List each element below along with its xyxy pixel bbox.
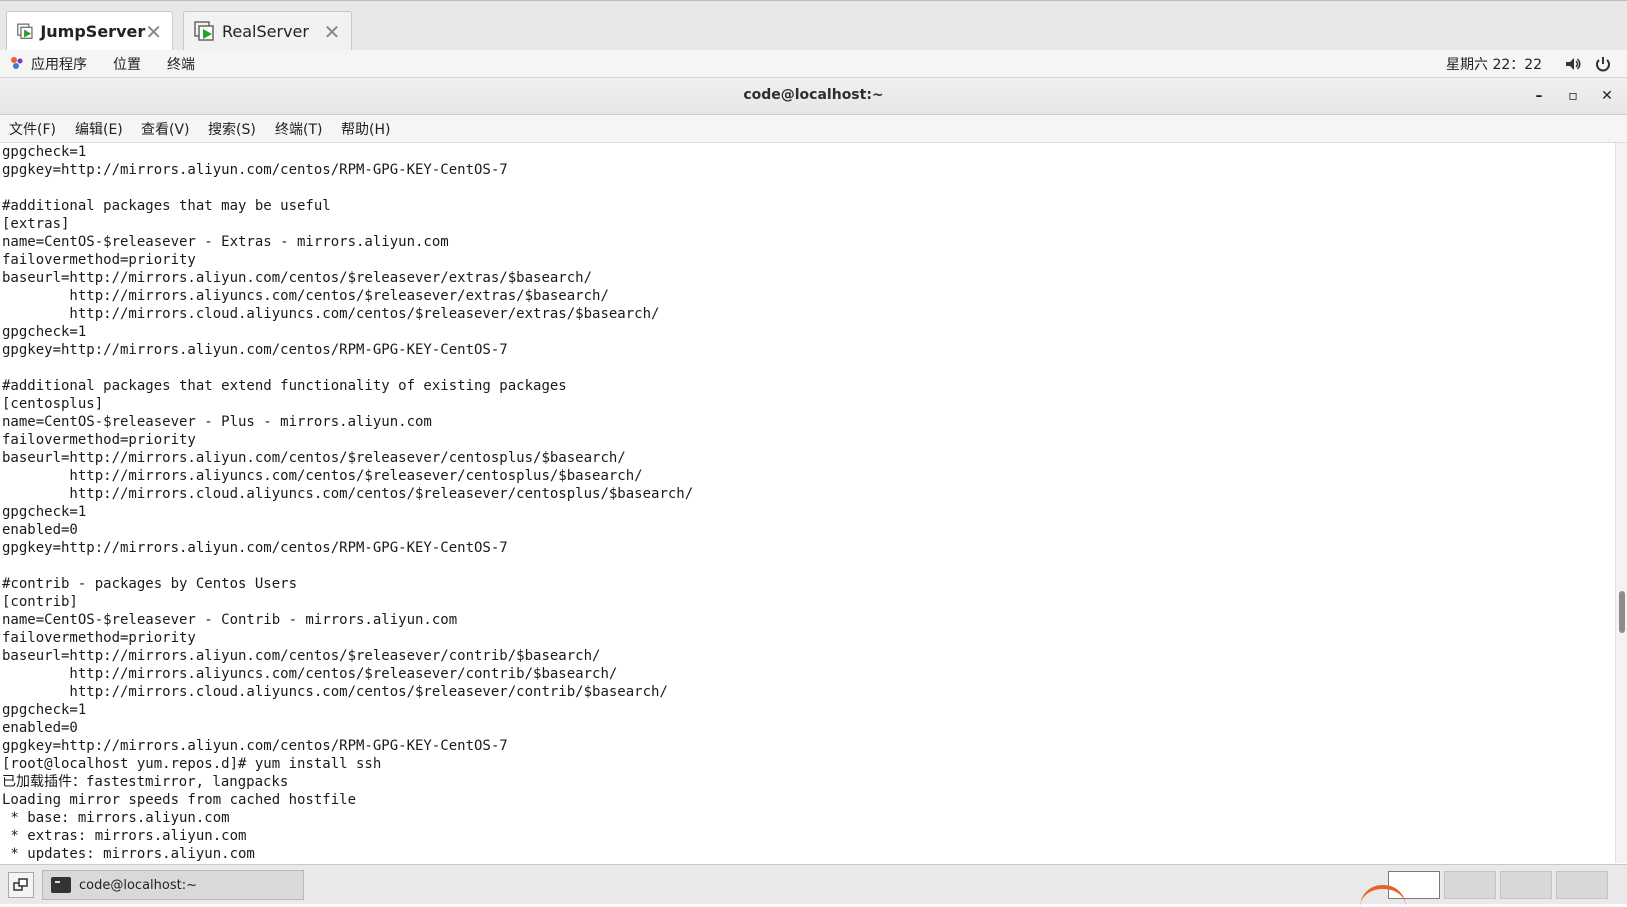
workspace-2[interactable] xyxy=(1444,871,1496,899)
menu-terminal[interactable]: 终端(T) xyxy=(275,119,322,139)
clock[interactable]: 星期六 22：22 xyxy=(1446,54,1542,74)
tab-jumpserver[interactable]: JumpServer ✕ xyxy=(6,11,173,51)
terminal-line: enabled=0 xyxy=(2,720,78,736)
terminal-line: name=CentOS-$releasever - Contrib - mirr… xyxy=(2,612,458,628)
terminal-line: gpgkey=http://mirrors.aliyun.com/centos/… xyxy=(2,342,508,358)
minimize-icon[interactable]: – xyxy=(1528,85,1550,107)
terminal-line: http://mirrors.cloud.aliyuncs.com/centos… xyxy=(2,684,668,700)
terminal-line: gpgkey=http://mirrors.aliyun.com/centos/… xyxy=(2,738,508,754)
windows-icon xyxy=(13,878,28,891)
terminal-line: gpgcheck=1 xyxy=(2,324,87,340)
terminal-line: Loading mirror speeds from cached hostfi… xyxy=(2,792,357,808)
tab-realserver[interactable]: RealServer ✕ xyxy=(183,11,352,51)
terminal-menu[interactable]: 终端 xyxy=(167,54,195,74)
terminal-line: * updates: mirrors.aliyun.com xyxy=(2,846,255,862)
terminal-line: gpgkey=http://mirrors.aliyun.com/centos/… xyxy=(2,162,508,178)
terminal-line: baseurl=http://mirrors.aliyun.com/centos… xyxy=(2,450,626,466)
vm-icon xyxy=(194,20,214,41)
menu-help[interactable]: 帮助(H) xyxy=(341,119,390,139)
terminal-line: * extras: mirrors.aliyun.com xyxy=(2,828,247,844)
volume-icon[interactable] xyxy=(1564,55,1582,73)
terminal-line: baseurl=http://mirrors.aliyun.com/centos… xyxy=(2,648,601,664)
terminal-line: name=CentOS-$releasever - Extras - mirro… xyxy=(2,234,449,250)
terminal-scrollbar[interactable] xyxy=(1615,143,1627,863)
vm-icon xyxy=(17,23,33,39)
terminal-line: failovermethod=priority xyxy=(2,252,196,268)
power-icon[interactable] xyxy=(1594,55,1612,73)
terminal-line: http://mirrors.aliyuncs.com/centos/$rele… xyxy=(2,288,609,304)
terminal-line: gpgkey=http://mirrors.aliyun.com/centos/… xyxy=(2,540,508,556)
terminal-line: name=CentOS-$releasever - Plus - mirrors… xyxy=(2,414,432,430)
workspace-3[interactable] xyxy=(1500,871,1552,899)
terminal-line: [root@localhost yum.repos.d]# yum instal… xyxy=(2,756,382,772)
terminal-line: http://mirrors.aliyuncs.com/centos/$rele… xyxy=(2,468,643,484)
taskbar-terminal-button[interactable]: code@localhost:~ xyxy=(42,870,304,900)
terminal-line: http://mirrors.cloud.aliyuncs.com/centos… xyxy=(2,306,660,322)
applications-menu[interactable]: 应用程序 xyxy=(31,54,87,74)
terminal-line: gpgcheck=1 xyxy=(2,144,87,160)
terminal-line: gpgcheck=1 xyxy=(2,504,87,520)
menu-view[interactable]: 查看(V) xyxy=(141,119,190,139)
terminal-line: failovermethod=priority xyxy=(2,432,196,448)
places-menu[interactable]: 位置 xyxy=(113,54,141,74)
vm-tab-bar: JumpServer ✕ RealServer ✕ xyxy=(0,0,1627,51)
menu-file[interactable]: 文件(F) xyxy=(9,119,56,139)
taskbar-task-label: code@localhost:~ xyxy=(79,877,197,893)
terminal-line: #contrib - packages by Centos Users xyxy=(2,576,298,592)
menu-search[interactable]: 搜索(S) xyxy=(208,119,256,139)
scrollbar-thumb[interactable] xyxy=(1619,591,1625,633)
tab-label: RealServer xyxy=(222,22,309,41)
tab-label: JumpServer xyxy=(40,22,146,41)
apps-icon xyxy=(11,57,23,69)
terminal-line: baseurl=http://mirrors.aliyun.com/centos… xyxy=(2,270,593,286)
terminal-menubar: 文件(F) 编辑(E) 查看(V) 搜索(S) 终端(T) 帮助(H) xyxy=(0,115,1627,143)
terminal-lines: gpgcheck=1 gpgkey=http://mirrors.aliyun.c… xyxy=(2,143,693,863)
terminal-line: #additional packages that extend functio… xyxy=(2,378,567,394)
terminal-line: 已加载插件：fastestmirror, langpacks xyxy=(2,774,289,790)
close-icon[interactable]: ✕ xyxy=(323,20,341,44)
maximize-icon[interactable]: ▫ xyxy=(1562,85,1584,107)
menu-edit[interactable]: 编辑(E) xyxy=(75,119,123,139)
terminal-line: * base: mirrors.aliyun.com xyxy=(2,810,230,826)
close-icon[interactable]: ✕ xyxy=(1596,85,1618,107)
terminal-line: #additional packages that may be useful xyxy=(2,198,331,214)
window-titlebar: code@localhost:~ – ▫ ✕ xyxy=(0,78,1627,115)
terminal-icon xyxy=(51,877,71,893)
close-icon[interactable]: ✕ xyxy=(145,20,162,44)
terminal-output[interactable]: gpgcheck=1 gpgkey=http://mirrors.aliyun.c… xyxy=(0,143,1615,863)
gnome-top-bar: 应用程序 位置 终端 星期六 22：22 xyxy=(0,50,1627,78)
workspace-4[interactable] xyxy=(1556,871,1608,899)
terminal-line: failovermethod=priority xyxy=(2,630,196,646)
terminal-line: gpgcheck=1 xyxy=(2,702,87,718)
terminal-line: [contrib] xyxy=(2,594,78,610)
terminal-line: [extras] xyxy=(2,216,70,232)
terminal-line: enabled=0 xyxy=(2,522,78,538)
terminal-line: http://mirrors.cloud.aliyuncs.com/centos… xyxy=(2,486,694,502)
terminal-line: [centosplus] xyxy=(2,396,104,412)
show-desktop-button[interactable] xyxy=(8,872,34,898)
terminal-line: http://mirrors.aliyuncs.com/centos/$rele… xyxy=(2,666,618,682)
window-title: code@localhost:~ xyxy=(743,87,884,103)
